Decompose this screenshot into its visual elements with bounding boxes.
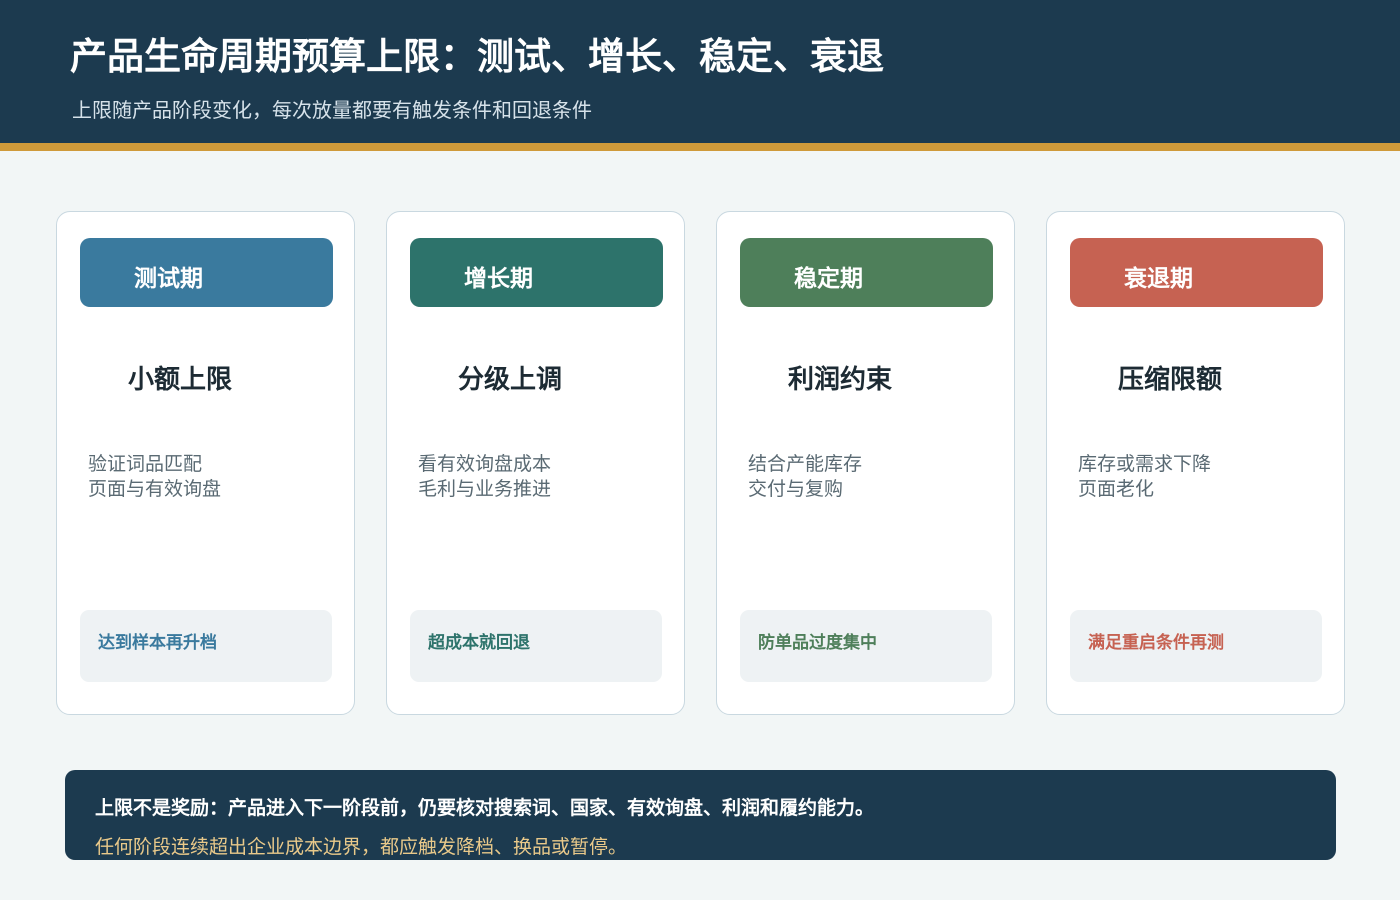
stage-note: 防单品过度集中	[758, 633, 877, 653]
stage-description: 库存或需求下降 页面老化	[1078, 452, 1211, 502]
stage-card-decline: 衰退期 压缩限额 库存或需求下降 页面老化 满足重启条件再测	[1046, 211, 1345, 715]
page-title: 产品生命周期预算上限：测试、增长、稳定、衰退	[70, 35, 884, 78]
stage-description-line: 毛利与业务推进	[418, 478, 552, 500]
stage-heading: 利润约束	[788, 365, 893, 395]
footer-callout: 上限不是奖励：产品进入下一阶段前，仍要核对搜索词、国家、有效询盘、利润和履约能力…	[65, 770, 1336, 860]
stage-description-line: 结合产能库存	[748, 453, 863, 475]
stage-note-box: 满足重启条件再测	[1070, 610, 1322, 682]
stage-note: 满足重启条件再测	[1088, 633, 1224, 653]
stage-note-box: 超成本就回退	[410, 610, 662, 682]
footer-sub-text: 任何阶段连续超出企业成本边界，都应触发降档、换品或暂停。	[95, 836, 628, 858]
stage-heading: 分级上调	[458, 365, 563, 395]
stage-description: 验证词品匹配 页面与有效询盘	[88, 452, 221, 502]
stage-card-testing: 测试期 小额上限 验证词品匹配 页面与有效询盘 达到样本再升档	[56, 211, 355, 715]
stage-banner: 衰退期	[1070, 238, 1323, 307]
stage-label: 增长期	[464, 266, 533, 292]
stage-heading: 小额上限	[128, 365, 233, 395]
stage-description-line: 库存或需求下降	[1078, 453, 1212, 475]
stage-description: 结合产能库存 交付与复购	[748, 452, 862, 502]
stage-banner: 测试期	[80, 238, 333, 307]
footer-main-text: 上限不是奖励：产品进入下一阶段前，仍要核对搜索词、国家、有效询盘、利润和履约能力…	[95, 797, 875, 819]
page-subtitle: 上限随产品阶段变化，每次放量都要有触发条件和回退条件	[72, 98, 592, 122]
stage-note: 超成本就回退	[428, 633, 530, 653]
stage-label: 测试期	[134, 266, 203, 292]
stage-label: 稳定期	[794, 266, 863, 292]
stage-note-box: 达到样本再升档	[80, 610, 332, 682]
stage-description-line: 页面与有效询盘	[88, 478, 222, 500]
stage-banner: 增长期	[410, 238, 663, 307]
stage-description-line: 验证词品匹配	[88, 453, 203, 475]
stage-note: 达到样本再升档	[98, 633, 217, 653]
stage-heading: 压缩限额	[1118, 365, 1223, 395]
stage-description-line: 页面老化	[1078, 478, 1155, 500]
stage-banner: 稳定期	[740, 238, 993, 307]
stage-description-line: 交付与复购	[748, 478, 844, 500]
stage-note-box: 防单品过度集中	[740, 610, 992, 682]
header-banner: 产品生命周期预算上限：测试、增长、稳定、衰退 上限随产品阶段变化，每次放量都要有…	[0, 0, 1400, 143]
stage-card-growth: 增长期 分级上调 看有效询盘成本 毛利与业务推进 超成本就回退	[386, 211, 685, 715]
header-accent-rule	[0, 143, 1400, 151]
stage-description-line: 看有效询盘成本	[418, 453, 552, 475]
stage-card-stable: 稳定期 利润约束 结合产能库存 交付与复购 防单品过度集中	[716, 211, 1015, 715]
stage-label: 衰退期	[1124, 266, 1193, 292]
stage-description: 看有效询盘成本 毛利与业务推进	[418, 452, 551, 502]
